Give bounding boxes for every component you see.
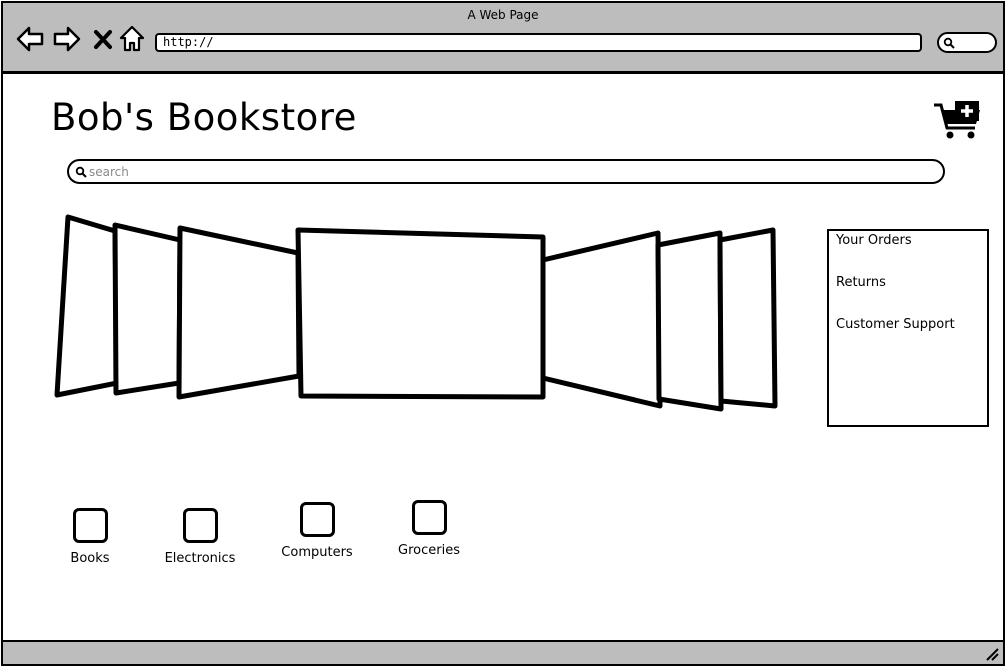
carousel-slide xyxy=(540,230,663,409)
forward-arrow-icon[interactable] xyxy=(52,24,82,54)
carousel-slide xyxy=(295,227,546,400)
back-arrow-icon[interactable] xyxy=(15,24,45,54)
status-bar xyxy=(3,640,1003,664)
category-groceries[interactable]: Groceries xyxy=(395,500,463,558)
category-label: Electronics xyxy=(164,551,236,566)
site-search-bar[interactable] xyxy=(67,159,945,184)
menu-item-your-orders[interactable]: Your Orders xyxy=(836,233,912,248)
carousel-slide xyxy=(112,222,183,396)
category-books-icon xyxy=(72,508,108,543)
resize-grip-icon[interactable] xyxy=(985,647,999,661)
category-groceries-icon xyxy=(411,500,447,535)
image-carousel[interactable] xyxy=(53,213,793,413)
search-icon xyxy=(943,37,955,49)
category-electronics-icon xyxy=(182,508,218,543)
category-computers[interactable]: Computers xyxy=(281,502,353,560)
browser-search-field[interactable] xyxy=(937,32,997,53)
site-title: Bob's Bookstore xyxy=(51,96,357,139)
browser-toolbar: A Web Page http:// xyxy=(3,3,1003,74)
search-input[interactable] xyxy=(89,162,909,181)
menu-item-returns[interactable]: Returns xyxy=(836,275,886,290)
account-menu: Your Orders Returns Customer Support xyxy=(827,229,989,427)
browser-window: A Web Page http:// Bob's Bookstore searc… xyxy=(1,1,1005,666)
category-electronics[interactable]: Electronics xyxy=(163,508,237,566)
search-icon xyxy=(75,166,87,178)
carousel-slide xyxy=(655,230,724,412)
cart-add-icon[interactable] xyxy=(933,100,983,142)
category-label: Computers xyxy=(281,545,353,560)
category-books[interactable]: Books xyxy=(65,508,115,566)
carousel-slide xyxy=(176,225,302,400)
menu-item-customer-support[interactable]: Customer Support xyxy=(836,317,955,332)
close-x-icon[interactable] xyxy=(91,24,115,54)
category-label: Groceries xyxy=(398,543,460,558)
url-bar[interactable]: http:// xyxy=(155,33,922,52)
window-title: A Web Page xyxy=(467,8,539,22)
category-computers-icon xyxy=(299,502,335,537)
home-icon[interactable] xyxy=(118,24,146,54)
category-label: Books xyxy=(70,551,110,566)
carousel-slide xyxy=(54,214,120,398)
carousel-slide xyxy=(717,227,778,409)
